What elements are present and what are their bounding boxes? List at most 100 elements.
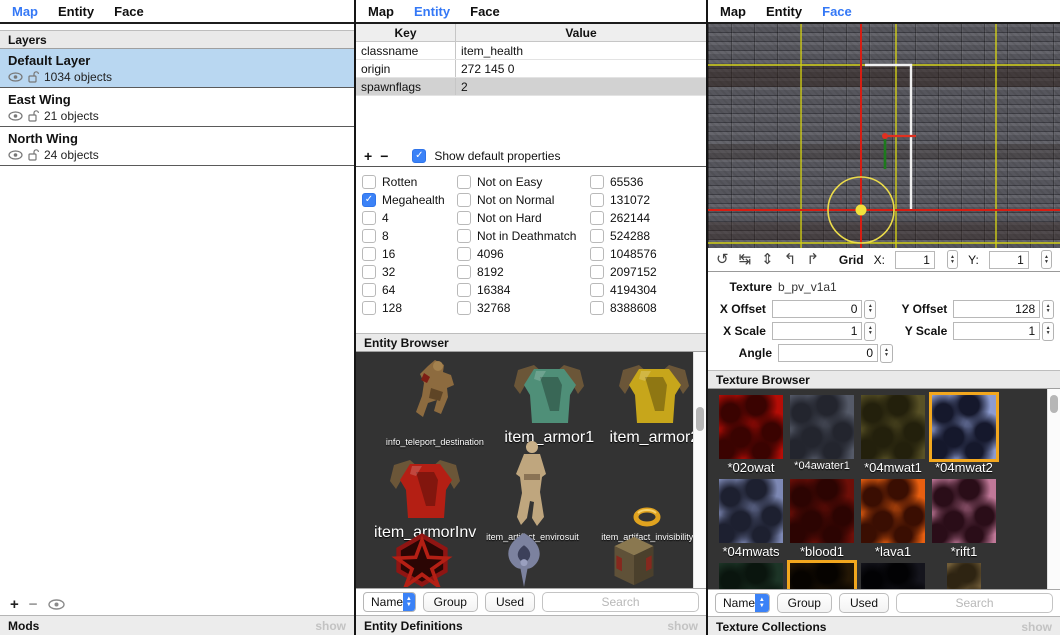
x-scale-stepper[interactable]: ▲▼ [864,322,876,341]
y-offset-stepper[interactable]: ▲▼ [1042,300,1054,319]
kv-key-cell[interactable]: origin [356,60,456,77]
flip-vertical-icon[interactable]: ⇕ [761,252,774,267]
tab-face[interactable]: Face [470,4,500,19]
spawnflag-checkbox[interactable] [362,301,376,315]
kv-key-cell[interactable]: classname [356,42,456,59]
kv-key-cell[interactable]: spawnflags [356,78,456,95]
tab-map[interactable]: Map [12,4,38,19]
texture-thumbnail[interactable] [719,479,783,543]
rotate-ccw-icon[interactable]: ↰ [784,252,797,267]
tab-face[interactable]: Face [822,4,852,19]
grid-y-stepper[interactable]: ▲▼ [1041,250,1052,269]
y-scale-stepper[interactable]: ▲▼ [1042,322,1054,341]
y-scale-field[interactable]: 1 [953,322,1040,340]
x-offset-field[interactable]: 0 [772,300,863,318]
spawnflag-checkbox[interactable] [590,229,604,243]
tab-map[interactable]: Map [368,4,394,19]
tab-entity[interactable]: Entity [414,4,450,19]
spawnflag-checkbox[interactable] [457,229,471,243]
texture-thumbnail[interactable] [790,563,854,589]
eye-icon[interactable] [8,111,23,121]
texture-item[interactable] [787,563,857,589]
add-layer-button[interactable]: + [10,596,19,613]
eye-icon[interactable] [8,150,23,160]
uv-texture-view[interactable] [708,24,1060,248]
texture-browser[interactable]: *02owat *04awater1 *04mwat1 *04mwat2 *04… [708,389,1060,589]
unlock-icon[interactable] [28,110,39,122]
spawnflag-checkbox[interactable] [457,211,471,225]
entity-item[interactable]: item_armor1 [496,363,603,447]
entity-browser-scrollbar[interactable] [693,352,706,588]
texture-item[interactable]: *04mwats [716,479,786,559]
used-button[interactable]: Used [839,593,889,613]
entity-item[interactable]: item_armor2 [603,363,706,447]
mods-show-link[interactable]: show [315,619,346,633]
texture-thumbnail[interactable] [861,563,925,589]
entity-definitions-show-link[interactable]: show [667,619,698,633]
entity-search-input[interactable] [542,592,699,612]
tab-entity[interactable]: Entity [766,4,802,19]
tab-map[interactable]: Map [720,4,746,19]
kv-header-key[interactable]: Key [356,24,456,41]
texture-thumbnail[interactable] [932,395,996,459]
kv-row[interactable]: classname item_health [356,42,706,60]
spawnflag-checkbox[interactable] [590,247,604,261]
rotate-cw-icon[interactable]: ↱ [806,252,819,267]
layer-row[interactable]: Default Layer 1034 objects [0,49,354,88]
layer-row[interactable]: North Wing 24 objects [0,127,354,166]
layer-row[interactable]: East Wing 21 objects [0,88,354,127]
tab-entity[interactable]: Entity [58,4,94,19]
entity-item[interactable]: item_armorInv [374,458,476,542]
spawnflag-checkbox[interactable] [362,229,376,243]
texture-item[interactable]: *04awater1 [787,395,857,475]
kv-row[interactable]: spawnflags 2 [356,78,706,96]
kv-header-value[interactable]: Value [456,24,706,41]
texture-browser-scrollbar[interactable] [1047,389,1060,589]
scrollbar-thumb[interactable] [696,407,704,431]
spawnflag-checkbox[interactable] [362,175,376,189]
remove-layer-button[interactable]: − [29,596,38,613]
unlock-icon[interactable] [28,71,39,83]
kv-value-cell[interactable]: 2 [456,78,706,95]
x-offset-stepper[interactable]: ▲▼ [864,300,876,319]
texture-item[interactable] [858,563,928,589]
spawnflag-checkbox[interactable] [457,265,471,279]
group-button[interactable]: Group [423,592,478,612]
texture-thumbnail[interactable] [947,563,981,589]
texture-thumbnail[interactable] [790,395,854,459]
texture-item[interactable]: *blood1 [787,479,857,559]
spawnflag-checkbox[interactable] [362,247,376,261]
spawnflag-checkbox[interactable] [457,301,471,315]
angle-stepper[interactable]: ▲▼ [880,344,893,363]
grid-x-field[interactable]: 1 [895,251,935,269]
texture-thumbnail[interactable] [719,395,783,459]
texture-item[interactable] [929,563,999,589]
texture-item[interactable]: *04mwat2 [929,395,999,475]
spawnflag-checkbox[interactable] [590,265,604,279]
spawnflag-checkbox[interactable] [362,193,376,207]
spawnflag-checkbox[interactable] [362,265,376,279]
texture-thumbnail[interactable] [790,479,854,543]
texture-item[interactable]: *02owat [716,395,786,475]
x-scale-field[interactable]: 1 [772,322,863,340]
spawnflag-checkbox[interactable] [362,211,376,225]
y-offset-field[interactable]: 128 [953,300,1040,318]
entity-item[interactable] [470,533,578,588]
scrollbar-thumb[interactable] [1050,395,1058,413]
spawnflag-checkbox[interactable] [457,175,471,189]
texture-collections-show-link[interactable]: show [1021,620,1052,634]
eye-icon[interactable] [8,72,23,82]
spawnflag-checkbox[interactable] [457,283,471,297]
entity-browser[interactable]: info_teleport_destination item_armor1 it… [356,352,706,588]
texture-thumbnail[interactable] [932,479,996,543]
flip-horizontal-icon[interactable]: ↹ [739,252,752,267]
texture-item[interactable] [716,563,786,589]
reset-uv-icon[interactable]: ↺ [716,252,729,267]
spawnflag-checkbox[interactable] [590,301,604,315]
spawnflag-checkbox[interactable] [590,193,604,207]
texture-thumbnail[interactable] [719,563,783,589]
texture-search-input[interactable] [896,593,1053,613]
kv-value-cell[interactable]: 272 145 0 [456,60,706,77]
angle-field[interactable]: 0 [778,344,878,362]
spawnflag-checkbox[interactable] [590,175,604,189]
